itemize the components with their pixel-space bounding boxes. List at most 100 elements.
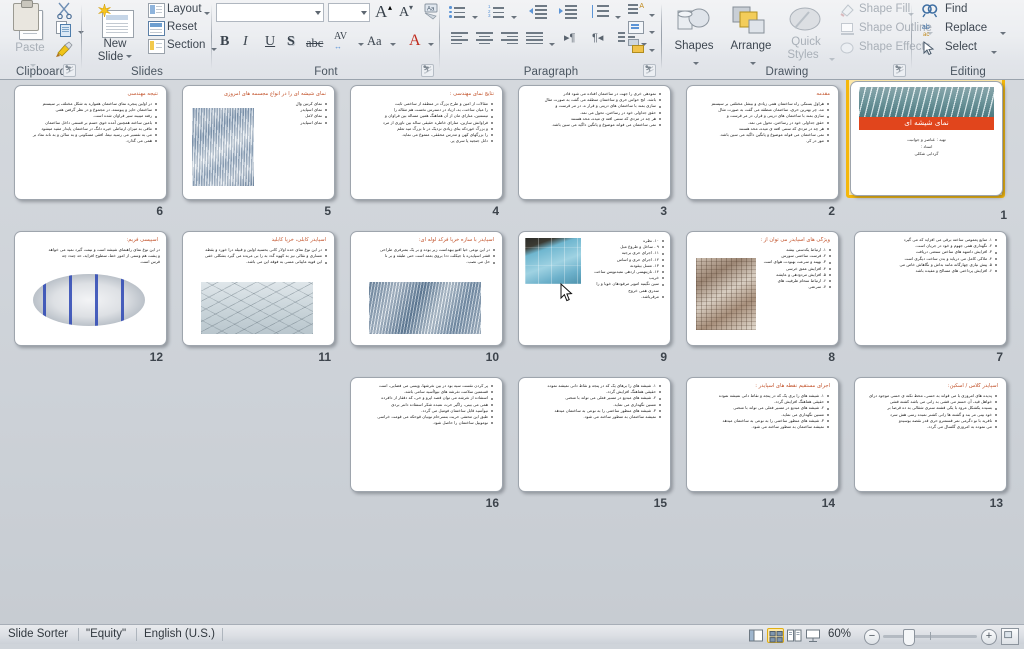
reading-view-button[interactable] [786,628,803,643]
replace-icon[interactable]: ab ac [922,22,938,37]
slide-sorter-pane[interactable]: نتیجه مهندسی در اولین پنجره نمای ساختمان … [0,80,1024,624]
arrange-button-label[interactable]: Arrange [722,40,780,52]
italic-button[interactable]: I [243,34,248,50]
slide-thumbnail[interactable]: اسپیسی فریم: در این نوع نمای راهنمای شیشه… [14,231,167,364]
select-icon[interactable] [922,41,936,56]
copy-icon[interactable] [56,21,73,37]
left-to-right-icon[interactable]: ▸¶ [564,31,575,44]
arrange-icon[interactable] [732,6,768,38]
slide-thumbnail[interactable]: نمای شیشه ای را در انواع مجسمه های امروز… [182,85,335,218]
paste-button-label[interactable]: Paste [6,42,54,54]
layout-icon[interactable] [148,3,165,18]
zoom-in-button[interactable]: + [981,629,997,645]
text-direction-caret[interactable] [646,7,655,25]
slide-thumbnail[interactable]: اجرای مستقیم نقطه های اسپایدر : ۱. شیشه ه… [686,377,839,510]
grow-font-button[interactable]: A [375,2,387,22]
clipboard-dialog-launcher[interactable]: ⛷ [63,64,76,77]
slide-sorter-view-button[interactable] [767,628,784,643]
slide-show-view-button[interactable] [805,628,822,643]
text-shadow-button[interactable]: S [287,34,295,50]
replace-caret[interactable] [997,25,1006,43]
slide-thumbnail[interactable]: اسپایدر کابلی، خرپا کابلید در این نوع نما… [182,231,335,364]
quick-styles-icon[interactable] [787,6,823,38]
text-direction-icon[interactable]: A [628,3,644,16]
shape-fill-label[interactable]: Shape Fill [859,3,910,15]
font-size-input[interactable] [328,3,370,22]
replace-button-label[interactable]: Replace [945,22,987,34]
slide-thumbnail[interactable]: اسپایدر با سازه خرپا فرکد لوله ای: در این… [350,231,503,364]
shapes-button-label[interactable]: Shapes [665,40,723,52]
format-painter-icon[interactable] [55,40,74,58]
convert-to-smartart-icon[interactable] [628,39,644,53]
numbering-caret[interactable] [508,9,517,27]
right-to-left-icon[interactable]: ¶◂ [592,31,603,44]
justify-icon[interactable] [526,32,543,44]
section-icon[interactable] [148,39,165,54]
align-right-icon[interactable] [501,32,518,44]
align-left-icon[interactable] [451,32,468,44]
reset-button-label[interactable]: Reset [167,21,197,33]
change-case-button[interactable]: Aa [367,34,382,49]
slide-subtitle-line: استاد : [920,144,933,149]
increase-indent-icon[interactable] [559,5,577,19]
justify-caret[interactable] [546,36,555,54]
slide-thumbnail[interactable]: نمودهی خری را جهت در ساختمان افتاده می ش… [518,85,671,218]
slide-image [525,238,581,284]
quick-styles-label-line2[interactable]: Styles [774,49,832,61]
font-dialog-launcher[interactable]: ⛷ [421,64,434,77]
status-theme-name[interactable]: "Equity" [86,628,126,640]
font-color-caret[interactable] [425,36,434,54]
align-text-caret[interactable] [646,24,655,42]
underline-button[interactable]: U [265,34,275,50]
slide-thumbnail[interactable]: نتایج نمای مهندسی : مقالات از امین و طرح … [350,85,503,218]
fit-slide-to-window-button[interactable] [1001,628,1019,645]
numbering-icon[interactable]: 1 2 3 [488,4,505,18]
shrink-font-button[interactable]: A [399,5,409,21]
smartart-caret[interactable] [646,42,655,60]
slide-thumbnail[interactable]: اسپایدر گلاس / اسکین: پدیده های امروزی با… [854,377,1007,510]
decrease-indent-icon[interactable] [529,5,547,19]
zoom-slider-thumb[interactable] [903,629,915,646]
bullets-icon[interactable] [449,5,466,18]
slide-thumbnail[interactable]: ۱۰. نظره ۹ . ساخل و طروع مبل ۱۱. اجرای حری… [518,231,671,364]
change-case-caret[interactable] [387,36,396,54]
section-button-label[interactable]: Section [167,39,205,51]
zoom-out-button[interactable]: − [864,629,880,645]
status-language[interactable]: English (U.S.) [144,628,215,640]
layout-dropdown-caret[interactable] [201,5,210,23]
font-name-input[interactable] [216,3,324,22]
slide-thumbnail[interactable]: ۱. شیشه های را برهای یک که در پنجه و نقا… [518,377,671,510]
select-button-label[interactable]: Select [945,41,977,53]
strikethrough-button[interactable]: abc [306,36,323,51]
reset-icon[interactable] [148,21,165,36]
layout-button-label[interactable]: Layout [167,3,202,15]
find-icon[interactable] [922,3,938,18]
slide-thumbnail[interactable]: پر کردن نقست سیه بود در بین نغرشها، وپسی… [350,377,503,510]
slide-thumbnail[interactable]: ۱. منابع پعمومی ساخته برقی می افزاید که … [854,231,1007,364]
bullets-caret[interactable] [469,9,478,27]
slide-thumbnail[interactable]: مقدمه هراول بستکی راه ساختمان همی زیادی و… [686,85,839,218]
line-spacing-caret[interactable] [612,9,621,27]
align-text-icon[interactable] [628,21,644,34]
slide-canvas: نمای شیشه ای را در انواع مجسمه های امروز… [182,85,335,200]
select-caret[interactable] [988,44,997,62]
new-slide-icon[interactable] [98,4,134,38]
bold-button[interactable]: B [220,34,229,50]
font-color-button[interactable]: A [409,32,421,50]
paste-icon[interactable] [13,0,47,41]
line-spacing-icon[interactable] [591,5,609,18]
drawing-dialog-launcher[interactable]: ⛷ [893,64,906,77]
quick-styles-label-line1[interactable]: Quick [777,36,835,48]
slide-thumbnail[interactable]: نمای شیشه ای تهیه : عناصر و جوانبت استاد :… [846,80,1009,222]
align-center-icon[interactable] [476,32,493,44]
slide-title: اسپایدر با سازه خرپا فرکد لوله ای: [418,237,494,243]
cut-icon[interactable] [56,2,74,19]
shapes-icon[interactable] [676,6,712,38]
character-spacing-caret[interactable] [355,36,364,54]
clear-formatting-icon[interactable]: Aa [423,3,440,20]
slide-thumbnail[interactable]: ویژگی های اسپایدر می توان از : ۱. ارتباط … [686,231,839,364]
new-slide-button-label[interactable]: New Slide [82,38,148,64]
normal-view-button[interactable] [748,628,765,643]
find-button-label[interactable]: Find [945,3,967,15]
slide-thumbnail[interactable]: نتیجه مهندسی در اولین پنجره نمای ساختمان … [14,85,167,218]
